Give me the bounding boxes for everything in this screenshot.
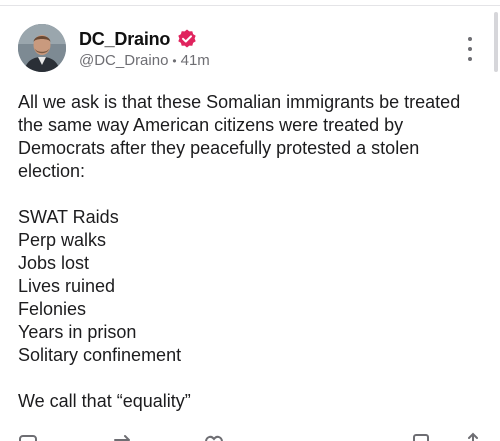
handle[interactable]: @DC_Draino <box>79 52 168 69</box>
list-item: Lives ruined <box>18 276 116 296</box>
share-icon[interactable] <box>462 430 484 441</box>
post-header: DC_Draino @DC_Draino • 41m <box>18 23 488 73</box>
author-meta: DC_Draino @DC_Draino • 41m <box>79 27 210 70</box>
repost-icon[interactable] <box>112 430 134 441</box>
more-options-button[interactable] <box>460 37 480 61</box>
list-item: Felonies <box>18 299 87 319</box>
divider <box>0 5 500 6</box>
post-intro: All we ask is that these Somalian immigr… <box>18 92 461 181</box>
name-row: DC_Draino <box>79 27 210 51</box>
post: DC_Draino @DC_Draino • 41m All we ask is… <box>18 23 488 413</box>
list-item: Perp walks <box>18 230 107 250</box>
display-name[interactable]: DC_Draino <box>79 29 170 50</box>
list-item: SWAT Raids <box>18 207 119 227</box>
bookmark-icon[interactable] <box>410 430 432 441</box>
list-item: Years in prison <box>18 322 137 342</box>
scrollbar[interactable] <box>494 12 498 72</box>
handle-row: @DC_Draino • 41m <box>79 52 210 69</box>
comment-icon[interactable] <box>18 430 40 441</box>
post-card: DC_Draino @DC_Draino • 41m All we ask is… <box>0 0 500 441</box>
post-closing: We call that “equality” <box>18 391 191 411</box>
more-vertical-icon <box>468 37 472 41</box>
list-item: Solitary confinement <box>18 345 182 365</box>
post-body: All we ask is that these Somalian immigr… <box>18 91 488 413</box>
avatar[interactable] <box>18 24 66 72</box>
separator-dot: • <box>172 53 177 68</box>
list-item: Jobs lost <box>18 253 90 273</box>
avatar-image <box>18 24 66 72</box>
action-bar <box>0 430 500 441</box>
post-time[interactable]: 41m <box>181 52 210 69</box>
heart-icon[interactable] <box>203 430 225 441</box>
verified-badge-icon <box>176 28 198 50</box>
